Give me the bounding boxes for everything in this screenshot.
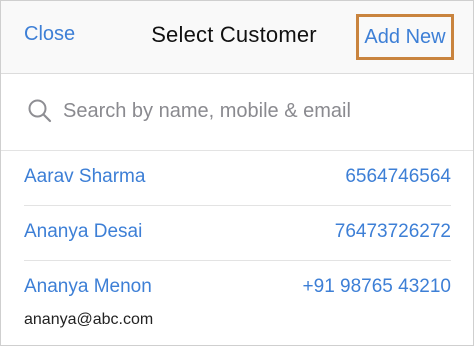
customer-phone: 6564746564	[345, 166, 451, 187]
customer-row[interactable]: Ananya Menon +91 98765 43210 ananya@abc.…	[1, 261, 473, 341]
customer-list: Aarav Sharma 6564746564 Ananya Desai 764…	[1, 151, 473, 341]
customer-phone: 76473726272	[334, 221, 451, 242]
customer-row[interactable]: Aarav Sharma 6564746564	[1, 151, 473, 206]
dialog-title-text: Select Customer	[151, 22, 317, 47]
add-new-button[interactable]: Add New	[356, 14, 454, 60]
select-customer-dialog: Close Select Customer Add New Aarav Shar…	[0, 0, 474, 346]
customer-row[interactable]: Ananya Desai 76473726272	[1, 206, 473, 261]
customer-name: Ananya Desai	[24, 221, 143, 242]
customer-email: ananya@abc.com	[24, 311, 154, 328]
dialog-header: Close Select Customer Add New	[1, 1, 473, 74]
search-input[interactable]	[63, 96, 453, 126]
search-bar	[1, 74, 473, 150]
customer-phone: +91 98765 43210	[302, 276, 451, 297]
search-icon	[28, 99, 52, 123]
customer-name: Aarav Sharma	[24, 166, 146, 187]
customer-name: Ananya Menon	[24, 276, 152, 297]
